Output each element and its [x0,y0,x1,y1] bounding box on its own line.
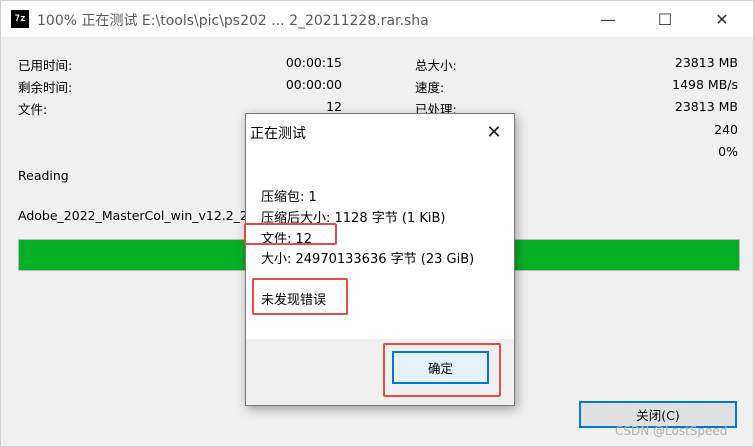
files-value: 12 [326,99,342,114]
maximize-icon[interactable]: ☐ [642,1,688,37]
minimize-icon[interactable]: — [585,1,631,37]
status-text: Reading [18,168,69,183]
watermark-text: CSDN @LostSpeed [615,424,728,438]
current-file-name: Adobe_2022_MasterCol_win_v12.2_20 [18,208,246,223]
seven-zip-app-icon: 7z [11,10,29,28]
error-percent-value: 0% [718,144,738,159]
elapsed-time-value: 00:00:15 [285,55,342,70]
title-bar[interactable]: 7z 100% 正在测试 E:\tools\pic\ps202 ... 2_20… [1,1,753,37]
files-label: 文件: [18,102,48,117]
total-size-label: 总大小: [415,58,457,73]
processed-value: 23813 MB [674,99,738,114]
highlight-ok-button [383,343,501,397]
remaining-time-value: 00:00:00 [285,77,342,92]
size-line: 大小: 24970133636 字节 (23 GiB) [261,252,475,267]
archives-count-line: 压缩包: 1 [261,190,317,205]
remaining-time-label: 剩余时间: [18,80,73,95]
dialog-title: 正在测试 [250,126,306,142]
speed-value: 1498 MB/s [672,77,738,92]
highlight-no-errors [252,278,348,315]
speed-label: 速度: [415,80,445,95]
ratio-value: 240 [714,122,738,137]
dialog-close-icon[interactable]: ✕ [480,118,508,146]
window-title: 100% 正在测试 E:\tools\pic\ps202 ... 2_20211… [37,13,429,29]
elapsed-time-label: 已用时间: [18,58,73,73]
total-size-value: 23813 MB [674,55,738,70]
close-window-icon[interactable]: ✕ [699,1,745,37]
highlight-files-count [244,223,337,245]
